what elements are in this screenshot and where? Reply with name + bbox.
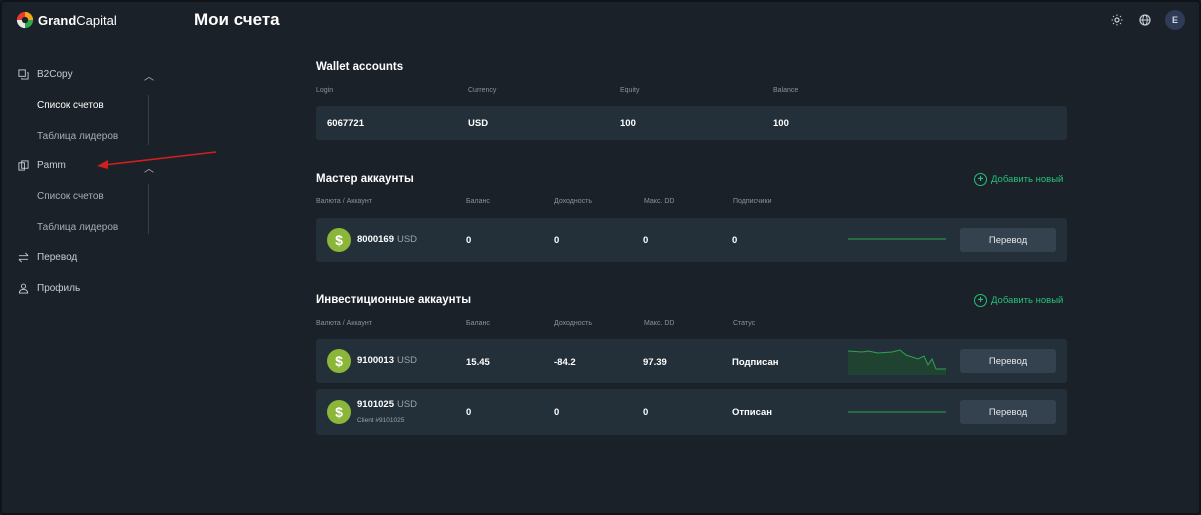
transfer-button[interactable]: Перевод (960, 400, 1056, 424)
col-header: Balance (773, 87, 799, 94)
wallet-balance: 100 (773, 118, 789, 129)
sidebar-divider (148, 184, 149, 234)
investment-account-row[interactable]: $ 9100013 USD 15.45 -84.2 97.39 Подписан … (316, 339, 1067, 383)
sidebar-item-pamm-accounts[interactable]: Список счетов (37, 191, 104, 202)
account-number: 8000169 USD (357, 234, 418, 245)
transfer-button[interactable]: Перевод (960, 228, 1056, 252)
pamm-icon (18, 160, 29, 171)
chevron-up-icon[interactable]: ︿ (144, 68, 154, 83)
investment-balance: 0 (466, 407, 472, 418)
sidebar-item-label: Перевод (37, 252, 78, 263)
col-header: Валюта / Аккаунт (316, 198, 372, 205)
col-header: Доходность (554, 320, 592, 327)
header-actions: E (1109, 10, 1185, 30)
master-balance: 0 (466, 235, 472, 246)
client-id: Client #9101025 (357, 417, 405, 424)
master-yield: 0 (554, 235, 560, 246)
investment-max-dd: 0 (643, 407, 649, 418)
sparkline-chart (848, 238, 946, 240)
sun-icon[interactable] (1109, 12, 1125, 28)
col-header: Подписчики (733, 198, 772, 205)
sidebar-item-transfer[interactable]: Перевод (18, 252, 77, 263)
investment-section-title: Инвестиционные аккаунты (316, 294, 472, 306)
user-avatar[interactable]: E (1165, 10, 1185, 30)
master-add-new-button[interactable]: + Добавить новый (974, 173, 1063, 186)
col-header: Equity (620, 87, 640, 94)
dollar-coin-icon: $ (327, 400, 351, 424)
col-header: Баланс (466, 198, 490, 205)
grandcapital-logo-icon (16, 11, 34, 29)
investment-yield: -84.2 (554, 357, 576, 368)
col-header: Валюта / Аккаунт (316, 320, 372, 327)
sidebar-item-b2copy-leaders[interactable]: Таблица лидеров (37, 131, 118, 142)
col-header: Макс. DD (644, 320, 675, 327)
sidebar-divider (148, 95, 149, 145)
sparkline-chart (848, 411, 946, 413)
col-header: Макс. DD (644, 198, 675, 205)
plus-circle-icon: + (974, 294, 987, 307)
wallet-login: 6067721 (327, 118, 364, 129)
investment-status: Отписан (732, 407, 773, 418)
wallet-currency: USD (468, 118, 489, 129)
sidebar-group-b2copy[interactable]: B2Copy (18, 69, 73, 80)
master-section-title: Мастер аккаунты (316, 173, 414, 185)
master-max-dd: 0 (643, 235, 649, 246)
col-header: Currency (468, 87, 497, 94)
plus-circle-icon: + (974, 173, 987, 186)
sparkline-chart (848, 349, 946, 375)
col-header: Login (316, 87, 334, 94)
brand-logo[interactable]: GrandCapital (16, 11, 117, 29)
sidebar-item-profile[interactable]: Профиль (18, 283, 80, 294)
account-number: 9101025 USD (357, 399, 418, 410)
master-subscribers: 0 (732, 235, 738, 246)
wallet-row[interactable]: 6067721 USD 100 100 (316, 106, 1067, 140)
investment-max-dd: 97.39 (643, 357, 667, 368)
chevron-up-icon[interactable]: ︿ (144, 160, 154, 175)
add-new-label: Добавить новый (991, 174, 1064, 185)
sidebar-item-b2copy-accounts[interactable]: Список счетов (37, 100, 104, 111)
page-title: Мои счета (194, 10, 280, 29)
col-header: Статус (733, 320, 756, 327)
col-header: Баланс (466, 320, 490, 327)
sidebar-item-pamm-leaders[interactable]: Таблица лидеров (37, 222, 118, 233)
investment-add-new-button[interactable]: + Добавить новый (974, 294, 1063, 307)
account-number: 9100013 USD (357, 355, 418, 366)
sidebar-group-pamm[interactable]: Pamm (18, 160, 66, 171)
add-new-label: Добавить новый (991, 295, 1064, 306)
investment-balance: 15.45 (466, 357, 490, 368)
globe-icon[interactable] (1137, 12, 1153, 28)
copy-icon (18, 69, 29, 80)
user-icon (18, 283, 29, 294)
investment-account-row[interactable]: $ 9101025 USD Client #9101025 0 0 0 Отпис… (316, 389, 1067, 435)
dollar-coin-icon: $ (327, 349, 351, 373)
wallet-equity: 100 (620, 118, 636, 129)
sidebar-item-label: Профиль (37, 283, 81, 294)
col-header: Доходность (554, 198, 592, 205)
master-account-row[interactable]: $ 8000169 USD 0 0 0 0 Перевод (316, 218, 1067, 262)
dollar-coin-icon: $ (327, 228, 351, 252)
investment-yield: 0 (554, 407, 560, 418)
transfer-icon (18, 252, 29, 263)
wallet-section-title: Wallet accounts (316, 61, 404, 73)
sidebar-group-label: Pamm (37, 160, 66, 171)
investment-status: Подписан (732, 357, 779, 368)
transfer-button[interactable]: Перевод (960, 349, 1056, 373)
brand-name: GrandCapital (38, 12, 117, 28)
sidebar-group-label: B2Copy (37, 69, 73, 80)
